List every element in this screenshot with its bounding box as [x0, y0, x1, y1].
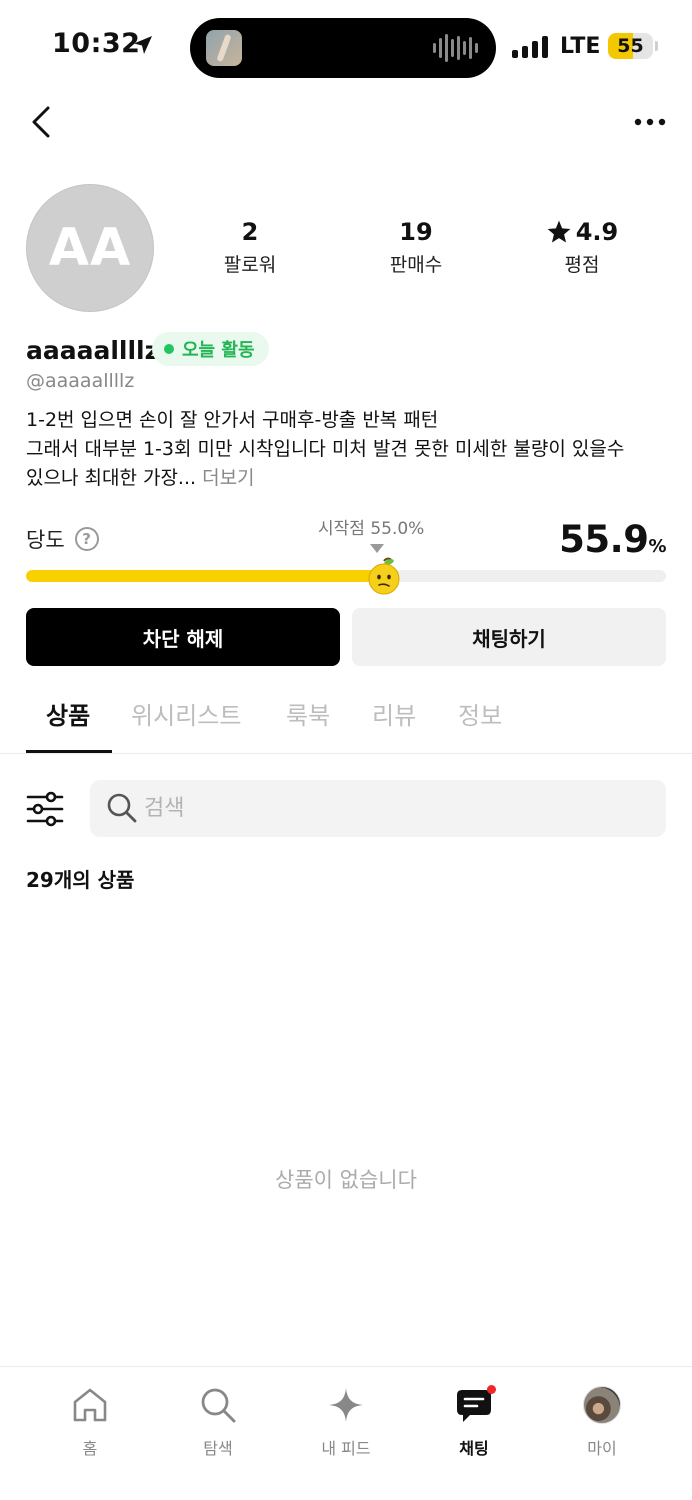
dynamic-island[interactable]	[190, 18, 496, 78]
tab-wishlist[interactable]: 위시리스트	[131, 696, 241, 731]
chat-button[interactable]: 채팅하기	[352, 608, 666, 666]
cellular-signal-icon	[512, 36, 550, 58]
bio-line: 그래서 대부분 1-3회 미만 시착입니다 미처 발견 못한 미세한 불량이 있…	[26, 438, 625, 460]
sweetness-unit: %	[648, 536, 666, 557]
sweetness-label-group: 당도 ?	[26, 524, 99, 554]
product-count-number: 29	[26, 868, 54, 892]
sales-count: 19	[399, 218, 433, 246]
followers-label: 팔로워	[223, 254, 277, 276]
sales-label: 판매수	[389, 254, 443, 276]
empty-state-message: 상품이 없습니다	[275, 1168, 417, 1192]
tab-info[interactable]: 정보	[458, 696, 502, 731]
bottom-nav: 홈 탐색 내 피드 채팅 마이	[0, 1366, 692, 1500]
bio-line: 있으나 최대한 가장...	[26, 467, 197, 489]
fruit-face-icon	[368, 557, 400, 595]
user-handle: @aaaaallllz	[26, 370, 135, 392]
location-arrow-icon	[134, 36, 152, 54]
nav-my-label: 마이	[587, 1439, 617, 1458]
sweetness-value: 55.9%	[559, 518, 666, 561]
tab-lookbook[interactable]: 룩북	[286, 696, 330, 731]
audio-waveform-icon	[433, 32, 478, 64]
profile-bio: 1-2번 입으면 손이 잘 안가서 구매후-방출 반복 패턴 그래서 대부분 1…	[26, 406, 666, 493]
filter-button[interactable]	[26, 790, 64, 828]
sweetness-bar-fill	[26, 570, 384, 582]
unblock-button[interactable]: 차단 해제	[26, 608, 340, 666]
help-icon[interactable]: ?	[74, 527, 99, 551]
search-icon	[201, 1388, 236, 1423]
search-icon	[107, 793, 137, 823]
sparkle-icon	[329, 1388, 363, 1422]
nav-chat[interactable]: 채팅	[429, 1383, 519, 1459]
nav-my[interactable]: 마이	[557, 1383, 647, 1459]
bio-more-link[interactable]: 더보기	[202, 467, 254, 489]
now-playing-thumbnail	[206, 30, 242, 66]
nav-home[interactable]: 홈	[45, 1383, 135, 1459]
bio-line: 1-2번 입으면 손이 잘 안가서 구매후-방출 반복 패턴	[26, 409, 439, 431]
active-dot-icon	[164, 344, 174, 354]
chevron-left-icon	[32, 106, 50, 138]
back-button[interactable]	[24, 100, 60, 144]
status-bar: 10:32 LTE 55	[0, 0, 692, 92]
status-time: 10:32	[52, 28, 141, 59]
nav-home-label: 홈	[82, 1439, 98, 1458]
followers-stat[interactable]: 2 팔로워	[190, 216, 310, 278]
more-options-button[interactable]	[628, 108, 672, 136]
sweetness-label: 당도	[26, 528, 65, 552]
star-icon	[547, 220, 571, 243]
tab-reviews[interactable]: 리뷰	[372, 696, 416, 731]
profile-avatar[interactable]: AA	[26, 184, 154, 312]
rating-stat[interactable]: 4.9 평점	[522, 216, 642, 278]
filter-sliders-icon	[26, 791, 64, 827]
tab-products[interactable]: 상품	[46, 696, 90, 731]
nav-my-feed-label: 내 피드	[321, 1439, 371, 1458]
sweetness-number: 55.9	[559, 518, 649, 561]
more-dots-icon	[634, 118, 666, 126]
battery-level: 55	[617, 35, 644, 57]
sweetness-bar	[26, 570, 666, 582]
nav-my-feed[interactable]: 내 피드	[301, 1383, 391, 1459]
start-point-marker	[370, 544, 384, 553]
nav-explore-label: 탐색	[203, 1439, 233, 1458]
rating-value: 4.9	[575, 218, 619, 246]
search-input[interactable]	[144, 780, 644, 837]
sales-stat[interactable]: 19 판매수	[356, 216, 476, 278]
network-type: LTE	[560, 34, 601, 59]
my-profile-avatar	[583, 1386, 621, 1424]
home-icon	[73, 1388, 107, 1422]
nav-chat-label: 채팅	[459, 1439, 489, 1458]
username: aaaaallllz	[26, 336, 160, 365]
search-box[interactable]	[90, 780, 666, 837]
active-badge-label: 오늘 활동	[182, 340, 255, 361]
notification-dot	[487, 1385, 496, 1394]
rating-label: 평점	[564, 254, 600, 276]
nav-explore[interactable]: 탐색	[173, 1383, 263, 1459]
battery-tip	[655, 41, 658, 51]
followers-count: 2	[241, 218, 259, 246]
product-count-suffix: 개의 상품	[53, 868, 135, 892]
product-count: 29개의 상품	[26, 864, 134, 893]
profile-tabs: 상품 위시리스트 룩북 리뷰 정보	[0, 690, 692, 754]
active-tab-indicator	[26, 750, 112, 753]
battery-icon: 55	[608, 33, 653, 59]
active-today-badge: 오늘 활동	[152, 332, 269, 366]
start-point-label: 시작점 55.0%	[318, 519, 425, 539]
